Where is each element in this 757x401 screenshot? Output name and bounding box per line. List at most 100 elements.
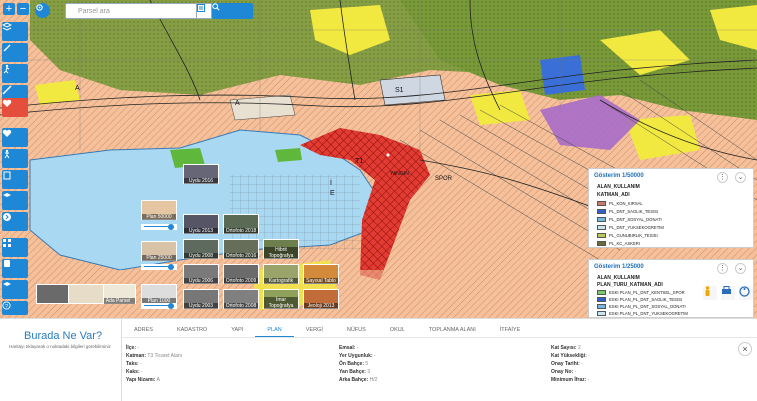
locate-button[interactable] — [35, 3, 50, 18]
legend-row: PL_KC_ASKERI — [597, 240, 640, 246]
field-row: İlçe: - — [126, 345, 140, 351]
more-icon[interactable]: ⋮ — [717, 263, 728, 274]
heart-icon — [2, 99, 12, 107]
legend-row: PL_DNT_SAGLIK_TESISI — [597, 208, 658, 214]
legend-swatch — [597, 200, 606, 206]
opacity-slider[interactable] — [141, 303, 177, 309]
field-row: Arka Bahçe: H/2 — [339, 377, 378, 383]
map-canvas[interactable]: A A S1 İ E T1 YANGIN SPOR + − Parsel ara… — [0, 0, 757, 318]
health-button[interactable] — [2, 128, 28, 147]
search-icon — [212, 3, 220, 11]
map-label: YANGIN — [390, 171, 409, 177]
zoom-in-button[interactable]: + — [3, 3, 15, 15]
legend-row: PL_GUNUBIRLIK_TESISI — [597, 232, 658, 238]
tab-okul[interactable]: OKUL — [378, 324, 417, 336]
draw-icon — [3, 44, 11, 52]
field-row: Onay No: - — [551, 369, 577, 375]
basemap-thumb[interactable]: Plan 1000 — [141, 284, 177, 304]
basemap-thumb[interactable]: Kartografik — [263, 264, 299, 284]
search-button[interactable] — [212, 3, 253, 19]
tab-plan[interactable]: PLAN — [255, 324, 294, 337]
zoom-out-button[interactable]: − — [17, 3, 29, 15]
legend-row: PL_KON_KIRSAL — [597, 200, 643, 206]
basemap-thumb[interactable] — [68, 284, 104, 304]
tab-toplanma-alani[interactable]: TOPLANMA ALANI — [417, 324, 488, 336]
map-label: S1 — [395, 87, 404, 94]
legend-swatch — [597, 310, 606, 316]
basemap-thumb[interactable]: Hibrit Topoğrafya — [263, 239, 299, 259]
walk-button[interactable] — [2, 64, 28, 83]
legend-subtitle: PLAN_TURU_KATMAN_ADI — [597, 282, 663, 288]
basemap-thumb[interactable]: Uydu 2013 — [183, 214, 219, 234]
person-icon — [4, 149, 10, 159]
print-icon[interactable] — [721, 286, 735, 300]
legend-subtitle: ALAN_KULLANIM — [597, 184, 640, 190]
basemap-thumb[interactable]: Plan 25000 — [141, 241, 177, 261]
chevron-down-icon[interactable]: ⌄ — [735, 172, 746, 183]
map-label: E — [330, 190, 335, 197]
basemap-thumb[interactable]: Jeoloji 2013 — [303, 289, 339, 309]
field-row: Yan Bahçe: 3 — [339, 369, 371, 375]
legend-row: PL_DNT_SOSYAL_DONATI — [597, 216, 662, 222]
basemap-thumb[interactable]: Ortofoto 2009 — [223, 264, 259, 284]
basemap-thumb[interactable]: Sayısal Tablo — [303, 264, 339, 284]
tab-itfaiye[interactable]: İTFAİYE — [488, 324, 532, 336]
school-alt-icon — [3, 282, 11, 286]
panel-title: Burada Ne Var? — [24, 330, 103, 342]
basemap-thumb[interactable]: Uydu 2008 — [183, 239, 219, 259]
more-icon[interactable]: ⋮ — [717, 172, 728, 183]
favorites-button[interactable] — [2, 98, 28, 117]
save-icon[interactable] — [196, 3, 212, 19]
basemap-thumb[interactable]: Uydu 2003 — [183, 289, 219, 309]
legend-swatch — [597, 240, 606, 246]
grid-button[interactable] — [2, 238, 28, 257]
person-button[interactable] — [2, 149, 28, 168]
basemap-thumb[interactable]: Ortofoto 2018 — [223, 214, 259, 234]
field-row: Yer Uygunluk: - — [339, 353, 376, 359]
legend-row: ESKI PLAN_PL_DNT_YUKSEKOGRETIM — [597, 310, 688, 316]
legend-panel-50000: Gösterim 1/50000 ALAN_KULLANIM KATMAN_AD… — [588, 168, 754, 248]
layers-button[interactable] — [2, 22, 28, 41]
basemap-thumb[interactable]: Ortofoto 2008 — [223, 289, 259, 309]
basemap-thumb[interactable]: Ada Parsel — [100, 284, 136, 304]
basemap-thumb[interactable]: Uydu 2016 — [183, 164, 219, 184]
tab-adres[interactable]: ADRES — [122, 324, 165, 336]
field-row: Kaks: - — [126, 369, 143, 375]
draw-button[interactable] — [2, 43, 28, 62]
transport-button[interactable] — [2, 259, 28, 278]
building-button[interactable] — [2, 170, 28, 189]
legend-swatch — [597, 296, 606, 302]
field-row: Kat Sayısı: 2 — [551, 345, 581, 351]
field-row: Emsal: - — [339, 345, 359, 351]
basemap-thumb[interactable] — [36, 284, 72, 304]
arrow-icon — [3, 213, 11, 221]
school-button[interactable] — [2, 191, 28, 210]
basemap-thumb[interactable]: İmar Topoğrafya — [263, 289, 299, 309]
opacity-slider[interactable] — [141, 224, 177, 230]
chevron-down-icon[interactable]: ⌄ — [735, 263, 746, 274]
education-button[interactable] — [2, 280, 28, 299]
next-button[interactable] — [2, 212, 28, 231]
tab-vergi[interactable]: VERGİ — [294, 324, 335, 336]
parcel-search-input[interactable]: Parsel ara — [65, 3, 210, 19]
legend-subtitle: KATMAN_ADI — [597, 192, 630, 198]
legend-row: PL_DNT_YUKSEKOGRETIM — [597, 224, 664, 230]
help-button[interactable]: ? — [2, 301, 28, 315]
tab-nufus[interactable]: NÜFUS — [335, 324, 378, 336]
field-row: Ön Bahçe: 5 — [339, 361, 369, 367]
info-tabs: ADRES KADASTRO YAPI PLAN VERGİ NÜFUS OKU… — [122, 324, 532, 337]
accessibility-icon[interactable] — [739, 286, 753, 300]
basemap-thumb[interactable]: Ortofoto 2016 — [223, 239, 259, 259]
tab-kadastro[interactable]: KADASTRO — [165, 324, 219, 336]
plan-field-column: Emsal: - Yer Uygunluk: - Ön Bahçe: 5 Yan… — [339, 344, 377, 384]
legend-row: ESKI PLAN_PL_DNT_SOSYAL_DONATI — [597, 303, 686, 309]
crosshair-icon — [36, 4, 43, 11]
plan-field-column: Kat Sayısı: 2 Kat Yüksekliği: - Onay Tar… — [551, 344, 590, 384]
field-row: Kat Yüksekliği: - — [551, 353, 590, 359]
opacity-slider[interactable] — [141, 264, 177, 270]
basemap-thumb[interactable]: Uydu 2006 — [183, 264, 219, 284]
close-button[interactable]: × — [738, 342, 752, 356]
basemap-thumb[interactable]: Plan 50000 — [141, 200, 177, 220]
tab-yapi[interactable]: YAPI — [219, 324, 255, 336]
pegman-icon[interactable] — [703, 286, 717, 300]
